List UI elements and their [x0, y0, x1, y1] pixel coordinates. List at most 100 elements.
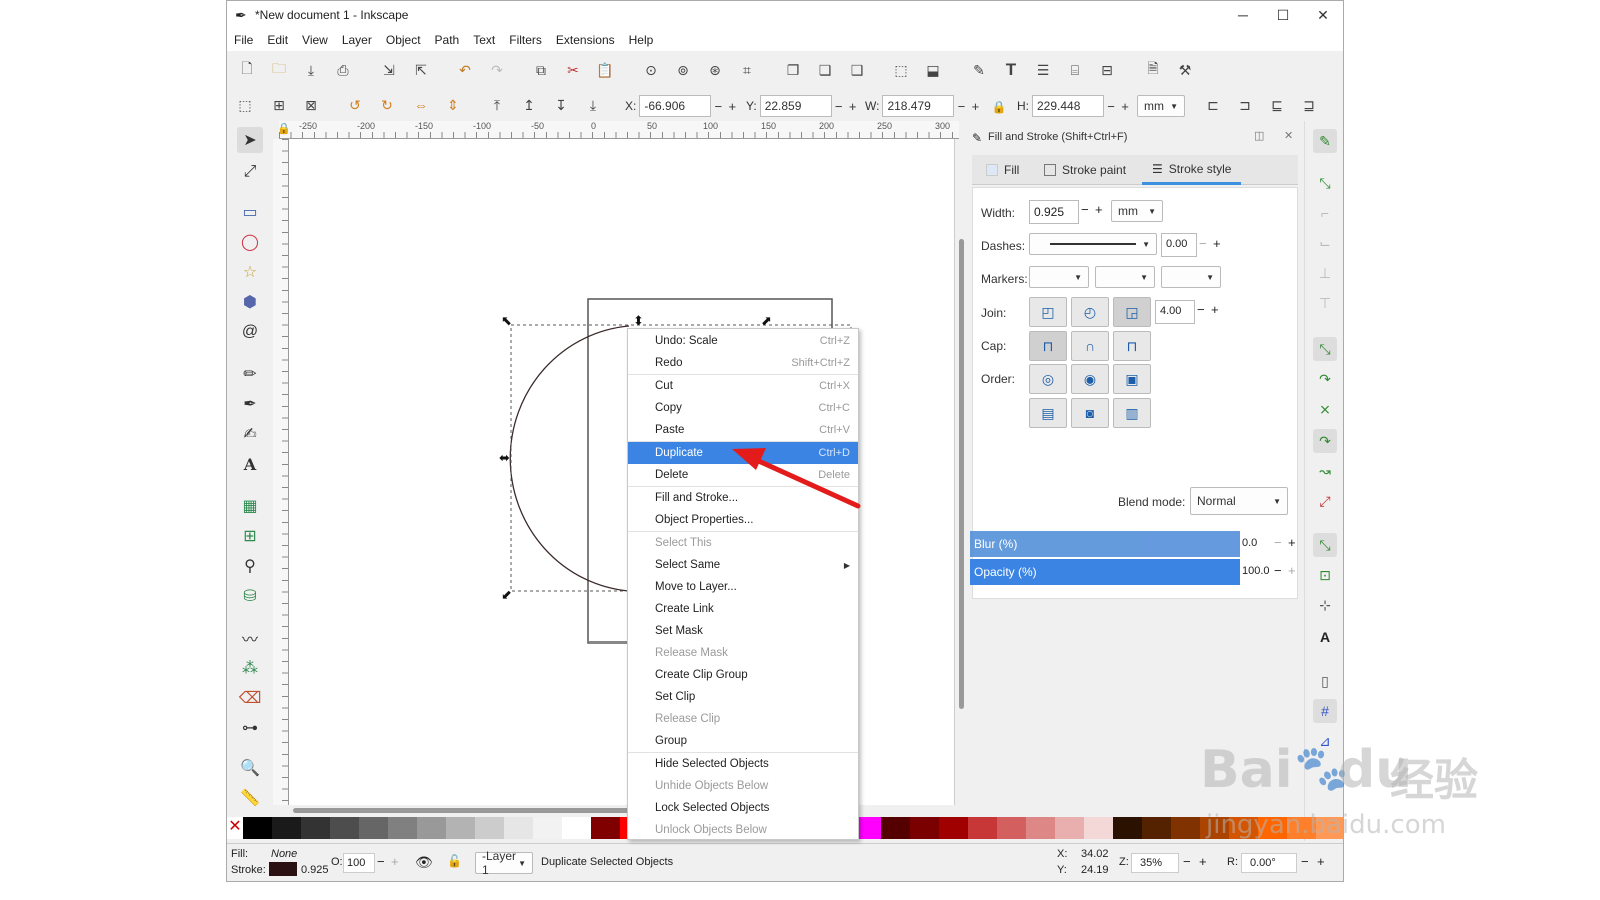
snap-nodes-icon[interactable]: ⤡	[1313, 337, 1337, 361]
rotation-input[interactable]: 0.00°	[1241, 853, 1297, 873]
current-layer-select[interactable]: -Layer 1 ▼	[475, 849, 533, 877]
connector-tool-icon[interactable]: ⊶	[237, 715, 263, 741]
star-tool-icon[interactable]: ☆	[237, 259, 263, 285]
select-all-layers-icon[interactable]: ⊞	[269, 95, 289, 115]
text-font-icon[interactable]: T	[1001, 60, 1021, 80]
menu-item-unhide-below[interactable]: Unhide Objects Below	[628, 775, 858, 797]
zoom-width-icon[interactable]: ⌗	[737, 60, 757, 80]
fill-stroke-icon[interactable]: ✎	[969, 60, 989, 80]
width-increment[interactable]: +	[1095, 202, 1103, 217]
resize-handle-sw[interactable]: ⬋	[501, 587, 512, 602]
snap-bbox-icon[interactable]: ⤡	[1313, 171, 1337, 195]
join-bevel-icon[interactable]: ◲	[1113, 297, 1151, 327]
menu-filters[interactable]: Filters	[502, 33, 549, 47]
menu-item-paste[interactable]: Paste Ctrl+V	[628, 419, 858, 441]
y-increment[interactable]: +	[846, 99, 860, 114]
swatch[interactable]	[562, 817, 591, 839]
undo-icon[interactable]: ↶	[455, 60, 475, 80]
swatch[interactable]	[504, 817, 533, 839]
mid-marker-select[interactable]: ▼	[1095, 266, 1155, 288]
order-normal-icon[interactable]: ◎	[1029, 364, 1067, 394]
swatch[interactable]	[533, 817, 562, 839]
menu-item-set-clip[interactable]: Set Clip	[628, 686, 858, 708]
x-decrement[interactable]: −	[711, 99, 725, 114]
resize-handle-n[interactable]: ⬍	[633, 313, 644, 328]
zoom-tool-icon[interactable]: 🔍	[237, 755, 263, 781]
menu-item-create-clip-group[interactable]: Create Clip Group	[628, 664, 858, 686]
xml-editor-icon[interactable]: ⌸	[1065, 60, 1085, 80]
no-paint-swatch[interactable]: ✕	[227, 817, 243, 839]
snap-bbox-corner-icon[interactable]: ⌙	[1313, 231, 1337, 255]
swatch[interactable]	[301, 817, 330, 839]
snap-page-border-icon[interactable]: ▯	[1313, 669, 1337, 693]
zoom-selection-icon[interactable]: ⊙	[641, 60, 661, 80]
h-increment[interactable]: +	[1118, 99, 1132, 114]
order-markers-stroke-icon[interactable]: ▥	[1113, 398, 1151, 428]
export-icon[interactable]: ⇱	[411, 60, 431, 80]
swatch[interactable]	[1113, 817, 1142, 839]
transform-gradients-icon[interactable]: ⊑	[1267, 95, 1287, 115]
w-decrement[interactable]: −	[954, 99, 968, 114]
dash-decrement[interactable]: −	[1199, 236, 1207, 251]
zoom-input[interactable]: 35%	[1131, 853, 1179, 873]
select-all-icon[interactable]: ⬚	[235, 95, 255, 115]
opacity-input[interactable]: 100	[343, 853, 375, 873]
copy-icon[interactable]: ⧉	[531, 60, 551, 80]
opacity-increment[interactable]: +	[391, 854, 399, 869]
eraser-tool-icon[interactable]: ⌫	[237, 685, 263, 711]
opacity-value[interactable]: 100.0	[1242, 565, 1270, 577]
rotate-cw-icon[interactable]: ↻	[377, 95, 397, 115]
resize-handle-ne[interactable]: ⬈	[761, 313, 772, 328]
menu-view[interactable]: View	[295, 33, 335, 47]
menu-item-select-this[interactable]: Select This	[628, 532, 858, 554]
maximize-button[interactable]: ☐	[1263, 1, 1303, 29]
snap-object-centers-icon[interactable]: ⊡	[1313, 563, 1337, 587]
align-distribute-icon[interactable]: ⊟	[1097, 60, 1117, 80]
start-marker-select[interactable]: ▼	[1029, 266, 1089, 288]
blend-mode-select[interactable]: Normal ▼	[1190, 487, 1288, 515]
h-decrement[interactable]: −	[1104, 99, 1118, 114]
swatch[interactable]	[417, 817, 446, 839]
lower-to-bottom-icon[interactable]: ⤓	[583, 95, 603, 115]
menu-object[interactable]: Object	[379, 33, 428, 47]
opacity-decrement[interactable]: −	[377, 854, 385, 869]
menu-extensions[interactable]: Extensions	[549, 33, 622, 47]
lock-ratio-icon[interactable]: 🔒	[989, 97, 1009, 117]
menu-help[interactable]: Help	[622, 33, 661, 47]
print-icon[interactable]: ⎙	[333, 60, 353, 80]
scale-corners-icon[interactable]: ⊐	[1235, 95, 1255, 115]
preferences-icon[interactable]: ⚒	[1175, 60, 1195, 80]
snap-smooth-nodes-icon[interactable]: ↝	[1313, 459, 1337, 483]
opacity-decrement[interactable]: −	[1274, 563, 1282, 578]
save-icon[interactable]: ⤓	[301, 60, 321, 80]
swatch[interactable]	[330, 817, 359, 839]
snap-paths-icon[interactable]: ↷	[1313, 367, 1337, 391]
flip-horizontal-icon[interactable]: ⇔	[411, 95, 431, 115]
pen-tool-icon[interactable]: ✒	[237, 391, 263, 417]
zoom-page-icon[interactable]: ⊛	[705, 60, 725, 80]
snap-toggle-icon[interactable]: ✎	[1313, 129, 1337, 153]
zoom-decrement[interactable]: −	[1183, 854, 1191, 869]
mesh-tool-icon[interactable]: ⊞	[237, 523, 263, 549]
snap-others-icon[interactable]: ⤡	[1313, 533, 1337, 557]
paint-bucket-tool-icon[interactable]: ⛁	[237, 583, 263, 609]
dash-increment[interactable]: +	[1213, 236, 1221, 251]
menu-item-hide-selected[interactable]: Hide Selected Objects	[628, 753, 858, 775]
x-input[interactable]: -66.906	[639, 95, 712, 117]
menu-item-lock-selected[interactable]: Lock Selected Objects	[628, 797, 858, 819]
group-icon[interactable]: ⬚	[891, 60, 911, 80]
flip-vertical-icon[interactable]: ⇕	[443, 95, 463, 115]
new-document-icon[interactable]: 🗋	[237, 60, 257, 80]
ellipse-tool-icon[interactable]: ◯	[237, 229, 263, 255]
node-tool-icon[interactable]: ⤢	[237, 159, 263, 185]
resize-handle-nw[interactable]: ⬉	[501, 313, 512, 328]
swatch[interactable]	[881, 817, 910, 839]
snap-bbox-center-icon[interactable]: ⊤	[1313, 291, 1337, 315]
order-stroke-fill-icon[interactable]: ◉	[1071, 364, 1109, 394]
swatch[interactable]	[1026, 817, 1055, 839]
menu-edit[interactable]: Edit	[260, 33, 295, 47]
dash-pattern-select[interactable]: ▼	[1029, 233, 1157, 255]
duplicate-icon[interactable]: ❐	[783, 60, 803, 80]
swatch[interactable]	[243, 817, 272, 839]
cut-icon[interactable]: ✂	[563, 60, 583, 80]
